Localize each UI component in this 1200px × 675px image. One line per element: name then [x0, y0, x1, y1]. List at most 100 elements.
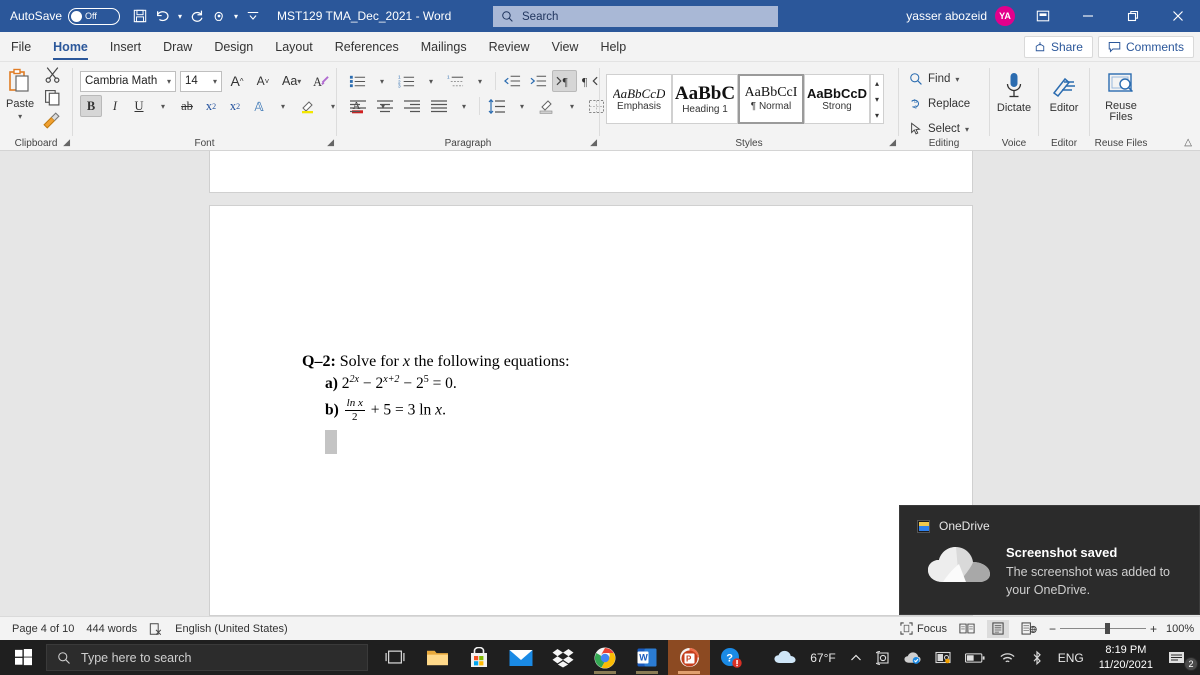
ribbon-display-options-icon[interactable]	[1020, 0, 1065, 32]
tab-references[interactable]: References	[324, 32, 410, 62]
tab-review[interactable]: Review	[478, 32, 541, 62]
microsoft-powerpoint-icon[interactable]: P	[668, 640, 710, 675]
underline-dropdown-icon[interactable]: ▾	[152, 95, 174, 117]
realtek-audio-icon[interactable]	[928, 640, 958, 675]
superscript-button[interactable]: x2	[224, 95, 246, 117]
bold-button[interactable]: B	[80, 95, 102, 117]
touch-mode-icon[interactable]	[209, 4, 229, 28]
align-left-icon[interactable]	[345, 95, 371, 117]
justify-icon[interactable]	[426, 95, 452, 117]
onedrive-tray-icon[interactable]	[897, 640, 928, 675]
zoom-slider[interactable]: − +	[1049, 622, 1157, 636]
undo-icon[interactable]	[151, 4, 173, 28]
account-area[interactable]: yasser abozeid YA	[906, 0, 1015, 32]
microsoft-word-icon[interactable]: W	[626, 640, 668, 675]
cut-button[interactable]	[44, 66, 61, 88]
zoom-in-button[interactable]: +	[1150, 622, 1157, 636]
font-name-dropdown-icon[interactable]: ▾	[167, 77, 171, 86]
bullets-icon[interactable]	[345, 70, 370, 92]
format-painter-button[interactable]	[42, 112, 61, 134]
tab-design[interactable]: Design	[203, 32, 264, 62]
font-size-dropdown-icon[interactable]: ▾	[213, 77, 217, 86]
change-case-button[interactable]: Aa ▾	[278, 70, 305, 92]
clear-formatting-button[interactable]: A	[309, 70, 334, 92]
subscript-button[interactable]: x2	[200, 95, 222, 117]
clipboard-dialog-launcher[interactable]: ◢	[63, 137, 70, 148]
shading-dropdown-icon[interactable]: ▾	[561, 95, 583, 117]
bluetooth-icon[interactable]	[1023, 640, 1051, 675]
autosave-toggle[interactable]: Off	[68, 7, 121, 25]
font-name-combobox[interactable]: Cambria Math ▾	[80, 70, 176, 92]
styles-scroll-up-icon[interactable]: ▴	[875, 79, 879, 88]
zoom-thumb[interactable]	[1104, 623, 1110, 634]
page-indicator[interactable]: Page 4 of 10	[12, 623, 74, 635]
style-heading-1[interactable]: AaBbC Heading 1	[672, 74, 738, 124]
onedrive-notification-toast[interactable]: OneDrive Screenshot saved The screenshot…	[899, 505, 1200, 615]
styles-dialog-launcher[interactable]: ◢	[889, 137, 896, 148]
zoom-track[interactable]	[1060, 623, 1146, 634]
autosave-control[interactable]: AutoSave Off	[10, 7, 121, 25]
increase-indent-icon[interactable]	[526, 70, 551, 92]
tab-mailings[interactable]: Mailings	[410, 32, 478, 62]
numbering-dropdown-icon[interactable]: ▾	[420, 70, 442, 92]
focus-mode-button[interactable]: Focus	[900, 622, 947, 635]
multilevel-list-dropdown-icon[interactable]: ▾	[469, 70, 491, 92]
decrease-indent-icon[interactable]	[500, 70, 525, 92]
select-dropdown-icon[interactable]: ▾	[965, 125, 969, 134]
task-view-icon[interactable]	[374, 640, 416, 675]
reuse-files-button[interactable]: Reuse Files	[1090, 70, 1152, 123]
share-button[interactable]: Share	[1023, 36, 1093, 58]
tab-insert[interactable]: Insert	[99, 32, 152, 62]
zoom-out-button[interactable]: −	[1049, 622, 1056, 636]
web-layout-view-button[interactable]	[1018, 620, 1040, 638]
comments-button[interactable]: Comments	[1097, 36, 1194, 58]
font-dialog-launcher[interactable]: ◢	[327, 137, 334, 148]
google-chrome-icon[interactable]	[584, 640, 626, 675]
tab-layout[interactable]: Layout	[264, 32, 324, 62]
copy-button[interactable]	[44, 89, 61, 111]
styles-gallery-scroll[interactable]: ▴ ▾ ▾	[870, 74, 884, 124]
help-support-icon[interactable]: ?	[710, 640, 752, 675]
style-emphasis[interactable]: AaBbCcD Emphasis	[606, 74, 672, 124]
font-size-combobox[interactable]: 14 ▾	[180, 70, 222, 92]
paste-button[interactable]: Paste ▾	[6, 68, 34, 121]
replace-button[interactable]: bc Replace	[909, 93, 970, 115]
windows-start-icon[interactable]	[0, 640, 46, 675]
line-spacing-dropdown-icon[interactable]: ▾	[511, 95, 533, 117]
collapse-ribbon-icon[interactable]: △	[1184, 137, 1192, 148]
numbering-icon[interactable]: 123	[394, 70, 419, 92]
weather-widget[interactable]: 67°F	[767, 640, 842, 675]
tab-home[interactable]: Home	[42, 32, 99, 62]
document-page-current[interactable]: Q–2: Solve for x the following equations…	[209, 205, 973, 616]
grow-font-button[interactable]: A ^	[226, 70, 248, 92]
customize-quick-access-icon[interactable]	[243, 4, 263, 28]
select-button[interactable]: Select ▾	[909, 118, 970, 140]
avatar[interactable]: YA	[995, 6, 1015, 26]
italic-button[interactable]: I	[104, 95, 126, 117]
search-box[interactable]: Search	[493, 6, 778, 27]
camera-app-icon[interactable]	[869, 640, 897, 675]
minimize-icon[interactable]	[1065, 0, 1110, 32]
editor-button[interactable]: Editor	[1039, 72, 1089, 114]
taskbar-search-input[interactable]: Type here to search	[46, 644, 368, 671]
undo-dropdown-icon[interactable]: ▾	[174, 4, 186, 28]
battery-icon[interactable]	[958, 640, 992, 675]
paragraph-dialog-launcher[interactable]: ◢	[590, 137, 597, 148]
text-highlight-button[interactable]	[296, 95, 320, 117]
find-button[interactable]: Find ▾	[909, 68, 970, 90]
microsoft-store-icon[interactable]	[458, 640, 500, 675]
dictate-button[interactable]: Dictate	[990, 72, 1038, 114]
align-center-icon[interactable]	[372, 95, 398, 117]
style-strong[interactable]: AaBbCcD Strong	[804, 74, 870, 124]
styles-more-icon[interactable]: ▾	[875, 111, 879, 120]
tab-file[interactable]: File	[0, 32, 42, 62]
line-spacing-icon[interactable]	[484, 95, 510, 117]
styles-scroll-down-icon[interactable]: ▾	[875, 95, 879, 104]
underline-button[interactable]: U	[128, 95, 150, 117]
text-effects-dropdown-icon[interactable]: ▾	[272, 95, 294, 117]
file-explorer-icon[interactable]	[416, 640, 458, 675]
show-hidden-icons-button[interactable]	[843, 640, 869, 675]
clock[interactable]: 8:19 PM 11/20/2021	[1091, 643, 1161, 673]
word-count[interactable]: 444 words	[86, 623, 137, 635]
network-wifi-icon[interactable]	[992, 640, 1023, 675]
